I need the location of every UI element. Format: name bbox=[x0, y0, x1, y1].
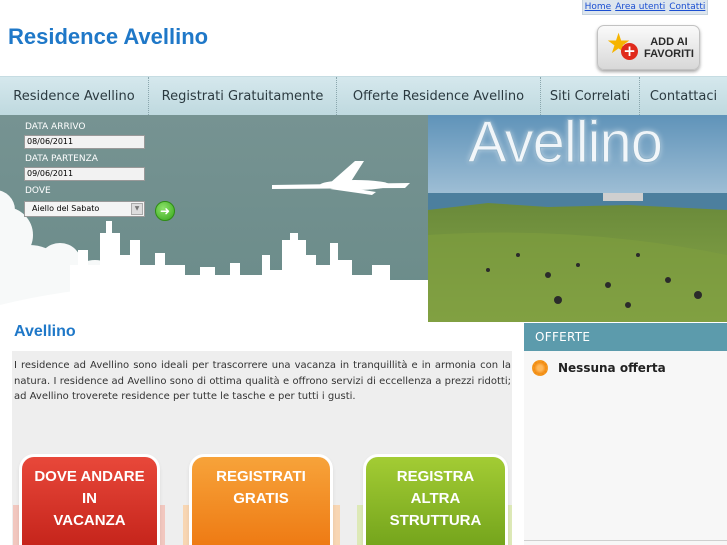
top-links-bar: Home Area utenti Contatti bbox=[582, 0, 708, 15]
sidebar-divider bbox=[524, 540, 727, 545]
top-link-contatti[interactable]: Contatti bbox=[669, 2, 705, 12]
top-link-home[interactable]: Home bbox=[585, 2, 612, 12]
nav-item-siti-correlati[interactable]: Siti Correlati bbox=[541, 77, 640, 115]
where-select-value: Aiello del Sabato bbox=[32, 204, 100, 213]
nav-item-offerte[interactable]: Offerte Residence Avellino bbox=[337, 77, 541, 115]
registrati-gratis-button[interactable]: REGISTRATI GRATIS bbox=[192, 457, 330, 545]
arrival-date-input[interactable]: 08/06/2011 bbox=[24, 135, 145, 149]
search-go-button[interactable]: ➜ bbox=[155, 201, 175, 221]
offers-panel bbox=[524, 351, 727, 545]
dove-andare-button[interactable]: DOVE ANDARE IN VACANZA bbox=[22, 457, 157, 545]
main-navigation: Residence Avellino Registrati Gratuitame… bbox=[0, 76, 727, 115]
banner: DATA ARRIVO 08/06/2011 DATA PARTENZA 09/… bbox=[0, 115, 727, 322]
arrow-right-icon: ➜ bbox=[159, 204, 171, 218]
no-offers-text: Nessuna offerta bbox=[558, 361, 666, 375]
registra-struttura-button[interactable]: REGISTRA ALTRA STRUTTURA bbox=[366, 457, 505, 545]
page-title: Avellino bbox=[14, 323, 76, 340]
add-favorites-label: ADD AI FAVORITI bbox=[644, 35, 694, 60]
offer-item: Nessuna offerta bbox=[532, 360, 666, 376]
where-select[interactable]: Aiello del Sabato ▼ bbox=[24, 201, 145, 217]
offers-heading: OFFERTE bbox=[524, 323, 727, 351]
departure-label: DATA PARTENZA bbox=[25, 154, 98, 164]
page: Home Area utenti Contatti Residence Avel… bbox=[0, 0, 727, 545]
top-link-area-utenti[interactable]: Area utenti bbox=[615, 2, 665, 12]
nav-item-registrati[interactable]: Registrati Gratuitamente bbox=[149, 77, 337, 115]
banner-illustration: DATA ARRIVO 08/06/2011 DATA PARTENZA 09/… bbox=[0, 115, 430, 322]
intro-text: I residence ad Avellino sono ideali per … bbox=[14, 360, 511, 402]
nav-item-contattaci[interactable]: Contattaci bbox=[640, 77, 727, 115]
departure-date-input[interactable]: 09/06/2011 bbox=[24, 167, 145, 181]
chevron-down-icon: ▼ bbox=[131, 203, 143, 215]
star-plus-icon: ★ + bbox=[604, 28, 642, 67]
airplane-icon bbox=[272, 161, 410, 195]
sun-bullet-icon bbox=[532, 360, 548, 376]
where-label: DOVE bbox=[25, 186, 51, 196]
arrival-label: DATA ARRIVO bbox=[25, 122, 86, 132]
add-favorites-button[interactable]: ★ + ADD AI FAVORITI bbox=[597, 25, 700, 70]
nav-item-residence-avellino[interactable]: Residence Avellino bbox=[0, 77, 149, 115]
banner-city-name: Avellino bbox=[467, 115, 663, 176]
avellino-photo: Avellino bbox=[428, 115, 727, 322]
site-title[interactable]: Residence Avellino bbox=[8, 24, 208, 50]
